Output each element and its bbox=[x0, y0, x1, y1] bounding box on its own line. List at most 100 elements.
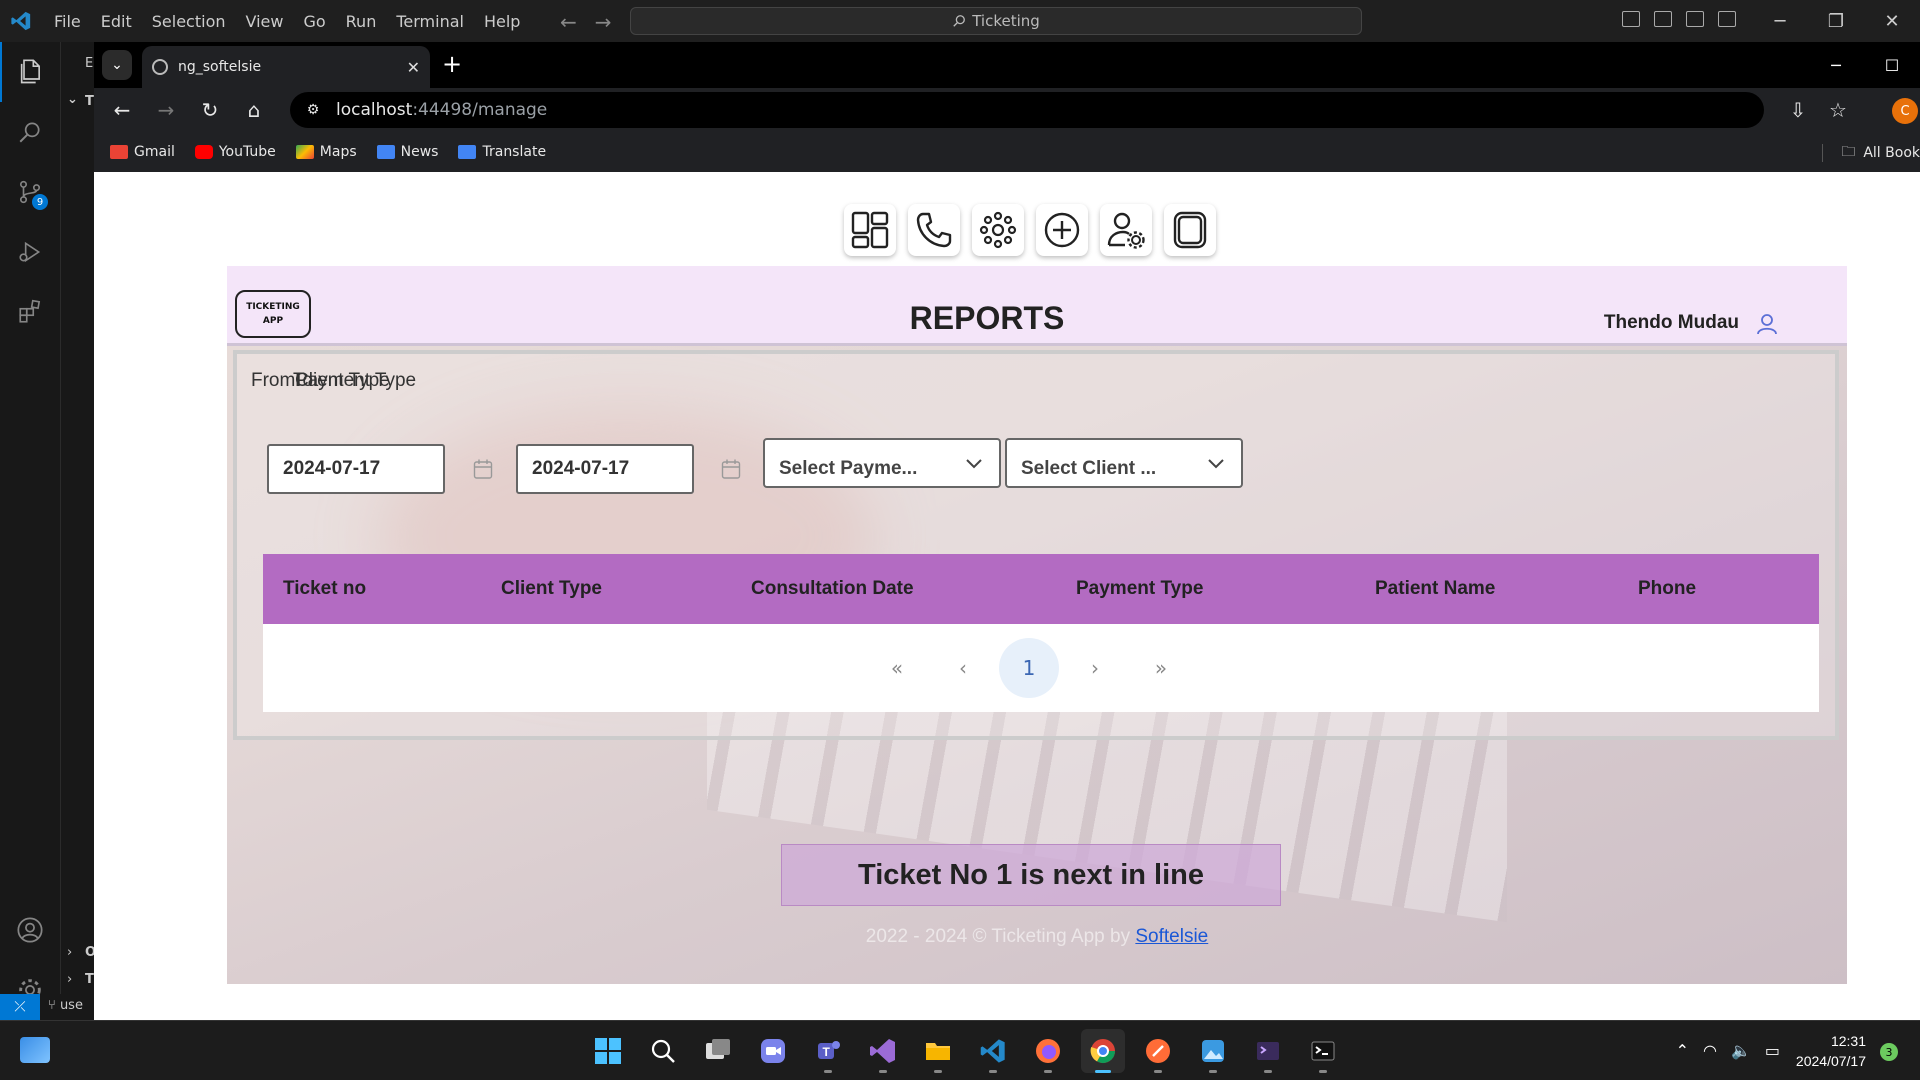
extensions-icon[interactable] bbox=[0, 282, 60, 342]
address-bar[interactable]: ⚙ localhost :44498/manage bbox=[290, 92, 1764, 128]
close-tab-icon[interactable]: ✕ bbox=[407, 58, 420, 77]
volume-icon[interactable]: 🔈 bbox=[1731, 1041, 1751, 1060]
remote-icon[interactable]: ⤫ bbox=[0, 994, 40, 1020]
to-date-input[interactable]: 2024-07-17 bbox=[516, 444, 694, 494]
taskbar-postman[interactable] bbox=[1136, 1029, 1180, 1073]
task-view[interactable] bbox=[696, 1029, 740, 1073]
menu-help[interactable]: Help bbox=[476, 8, 528, 35]
sidebar-section-label[interactable]: T bbox=[85, 94, 94, 109]
taskbar-teams[interactable]: T bbox=[806, 1029, 850, 1073]
nav-reports[interactable] bbox=[1164, 204, 1216, 256]
bookmark-star-icon[interactable]: ☆ bbox=[1824, 96, 1852, 124]
nav-add[interactable] bbox=[1036, 204, 1088, 256]
calendar-icon[interactable] bbox=[721, 458, 741, 480]
all-bookmarks[interactable]: 🗀 All Book bbox=[1822, 144, 1920, 162]
taskbar-vscode[interactable] bbox=[971, 1029, 1015, 1073]
bookmark-youtube[interactable]: YouTube bbox=[194, 144, 276, 160]
restore-icon[interactable]: ❐ bbox=[1808, 0, 1864, 42]
profile-avatar[interactable]: C bbox=[1892, 98, 1918, 124]
notification-badge[interactable]: 3 bbox=[1880, 1043, 1898, 1061]
nav-calls[interactable] bbox=[908, 204, 960, 256]
explorer-icon[interactable] bbox=[0, 42, 60, 102]
timeline-section-label[interactable]: T bbox=[85, 972, 94, 987]
col-phone[interactable]: Phone bbox=[1638, 578, 1696, 600]
bookmark-maps[interactable]: Maps bbox=[295, 144, 357, 160]
col-ticket-no[interactable]: Ticket no bbox=[283, 578, 366, 600]
show-hidden-icons-chevron-icon[interactable]: ⌃ bbox=[1676, 1041, 1689, 1060]
col-consultation-date[interactable]: Consultation Date bbox=[751, 578, 914, 600]
nav-services[interactable] bbox=[972, 204, 1024, 256]
first-page-button[interactable]: « bbox=[867, 638, 927, 698]
toggle-secondary-sidebar-icon[interactable] bbox=[1686, 11, 1704, 27]
taskbar-terminal-ssms[interactable] bbox=[1246, 1029, 1290, 1073]
prev-page-button[interactable]: ‹ bbox=[933, 638, 993, 698]
user-name[interactable]: Thendo Mudau bbox=[1604, 312, 1739, 334]
back-arrow-icon[interactable]: ← bbox=[560, 10, 577, 34]
battery-icon[interactable]: ▭ bbox=[1765, 1041, 1780, 1060]
search-icon[interactable] bbox=[0, 102, 60, 162]
browser-tab[interactable]: ng_softelsie ✕ bbox=[142, 46, 430, 88]
source-control-icon[interactable]: 9 bbox=[0, 162, 60, 222]
menu-edit[interactable]: Edit bbox=[93, 8, 140, 35]
menu-run[interactable]: Run bbox=[338, 8, 385, 35]
back-icon[interactable]: ← bbox=[108, 96, 136, 124]
outline-chevron-icon[interactable]: › bbox=[67, 945, 72, 960]
bookmark-translate[interactable]: Translate bbox=[458, 144, 546, 160]
sidebar-section-chevron[interactable]: ⌄ bbox=[67, 92, 78, 107]
next-page-button[interactable]: › bbox=[1065, 638, 1125, 698]
maximize-icon[interactable]: ☐ bbox=[1864, 42, 1920, 88]
nav-dashboard[interactable] bbox=[844, 204, 896, 256]
widgets-icon[interactable] bbox=[20, 1037, 50, 1063]
close-icon[interactable]: ✕ bbox=[1864, 0, 1920, 42]
minimize-icon[interactable]: ─ bbox=[1808, 42, 1864, 88]
home-icon[interactable]: ⌂ bbox=[240, 96, 268, 124]
site-info-icon[interactable]: ⚙ bbox=[300, 97, 326, 123]
toggle-primary-sidebar-icon[interactable] bbox=[1622, 11, 1640, 27]
new-tab-button[interactable]: + bbox=[442, 52, 462, 76]
nav-user-settings[interactable] bbox=[1100, 204, 1152, 256]
taskbar-visual-studio[interactable] bbox=[861, 1029, 905, 1073]
customize-layout-icon[interactable] bbox=[1718, 11, 1736, 27]
taskbar-chrome[interactable] bbox=[1081, 1029, 1125, 1073]
vscode-command-center[interactable]: Ticketing bbox=[630, 7, 1362, 35]
run-debug-icon[interactable] bbox=[0, 222, 60, 282]
user-icon[interactable] bbox=[1755, 312, 1779, 336]
page-1-button[interactable]: 1 bbox=[999, 638, 1059, 698]
taskbar-search[interactable] bbox=[641, 1029, 685, 1073]
footer-softelsie-link[interactable]: Softelsie bbox=[1135, 926, 1208, 947]
calendar-icon[interactable] bbox=[473, 458, 493, 480]
col-patient-name[interactable]: Patient Name bbox=[1375, 578, 1495, 600]
taskbar-zoom[interactable] bbox=[751, 1029, 795, 1073]
system-tray: ⌃ ◠ 🔈 ▭ bbox=[1676, 1041, 1780, 1060]
clock[interactable]: 12:31 2024/07/17 bbox=[1796, 1031, 1866, 1071]
reload-icon[interactable]: ↻ bbox=[196, 96, 224, 124]
menu-file[interactable]: File bbox=[46, 8, 89, 35]
taskbar-photos[interactable] bbox=[1191, 1029, 1235, 1073]
wifi-icon[interactable]: ◠ bbox=[1703, 1041, 1717, 1060]
install-app-icon[interactable]: ⇩ bbox=[1784, 96, 1812, 124]
start-button[interactable] bbox=[586, 1029, 630, 1073]
forward-icon[interactable]: → bbox=[152, 96, 180, 124]
taskbar-file-explorer[interactable] bbox=[916, 1029, 960, 1073]
taskbar-terminal[interactable] bbox=[1301, 1029, 1345, 1073]
last-page-button[interactable]: » bbox=[1131, 638, 1191, 698]
status-branch[interactable]: ⑂ use bbox=[48, 998, 83, 1013]
bookmark-news[interactable]: News bbox=[376, 144, 438, 160]
menu-terminal[interactable]: Terminal bbox=[388, 8, 472, 35]
timeline-chevron-icon[interactable]: › bbox=[67, 972, 72, 987]
toggle-panel-icon[interactable] bbox=[1654, 11, 1672, 27]
menu-view[interactable]: View bbox=[238, 8, 292, 35]
bookmark-gmail[interactable]: Gmail bbox=[110, 144, 175, 160]
client-type-select[interactable]: Select Client ... bbox=[1005, 438, 1243, 488]
col-client-type[interactable]: Client Type bbox=[501, 578, 602, 600]
accounts-icon[interactable] bbox=[0, 900, 60, 960]
minimize-icon[interactable]: ─ bbox=[1752, 0, 1808, 42]
menu-selection[interactable]: Selection bbox=[144, 8, 234, 35]
from-date-input[interactable]: 2024-07-17 bbox=[267, 444, 445, 494]
forward-arrow-icon[interactable]: → bbox=[595, 10, 612, 34]
taskbar-firefox[interactable] bbox=[1026, 1029, 1070, 1073]
tab-search-button[interactable]: ⌄ bbox=[102, 50, 132, 80]
payment-type-select[interactable]: Select Payme... bbox=[763, 438, 1001, 488]
col-payment-type[interactable]: Payment Type bbox=[1076, 578, 1203, 600]
menu-go[interactable]: Go bbox=[295, 8, 333, 35]
